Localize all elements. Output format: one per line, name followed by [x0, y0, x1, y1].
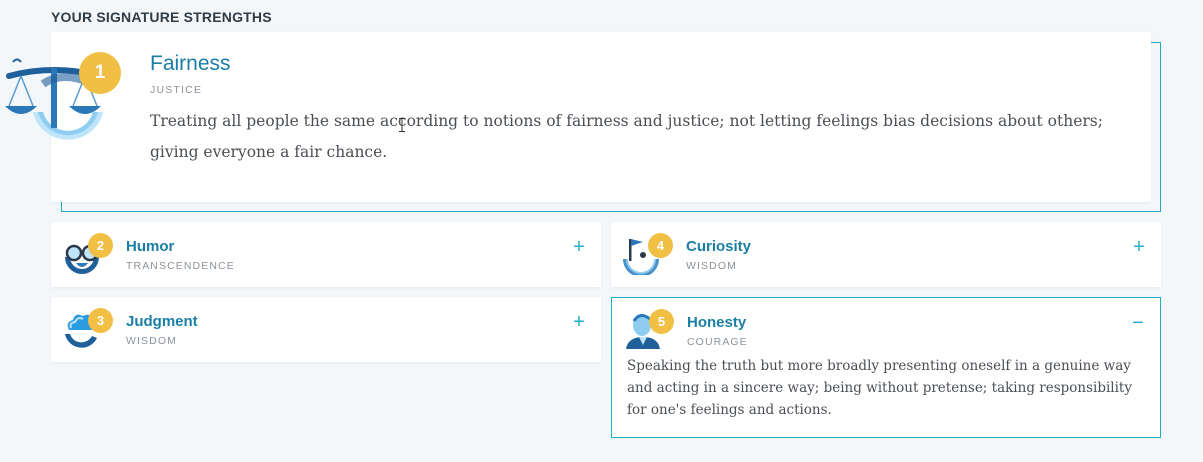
expand-icon[interactable]: + [571, 310, 587, 334]
virtue-label: WISDOM [126, 335, 177, 347]
virtue-label: COURAGE [687, 336, 748, 348]
expand-icon[interactable]: + [571, 235, 587, 259]
strength-name: Humor [126, 238, 175, 255]
rank-badge: 4 [648, 233, 673, 258]
rank-badge: 3 [88, 308, 113, 333]
strength-card-humor[interactable]: 2 Humor TRANSCENDENCE + [51, 222, 601, 287]
strength-card-curiosity[interactable]: 4 Curiosity WISDOM + [611, 222, 1161, 287]
strength-description: Treating all people the same according t… [150, 112, 1103, 161]
section-title: YOUR SIGNATURE STRENGTHS [51, 9, 272, 25]
strength-name: Curiosity [686, 238, 752, 255]
text-cursor-icon [399, 118, 405, 132]
rank-badge: 1 [79, 52, 121, 94]
rank-badge: 5 [649, 309, 674, 334]
virtue-label: WISDOM [686, 260, 737, 272]
virtue-label: TRANSCENDENCE [126, 260, 235, 272]
virtue-label: JUSTICE [150, 84, 203, 96]
rank-badge: 2 [88, 233, 113, 258]
strength-name: Judgment [126, 313, 198, 330]
strength-description: Speaking the truth but more broadly pres… [627, 358, 1132, 418]
strength-card-honesty[interactable]: 5 Honesty COURAGE − Speaking the truth b… [611, 297, 1161, 438]
top-strength-card[interactable]: 1 Fairness JUSTICE Treating all people t… [5, 32, 1151, 202]
strength-name: Honesty [687, 314, 747, 331]
collapse-icon[interactable]: − [1130, 311, 1146, 335]
expand-icon[interactable]: + [1131, 235, 1147, 259]
strength-card-judgment[interactable]: 3 Judgment WISDOM + [51, 297, 601, 362]
strength-name: Fairness [150, 52, 231, 75]
